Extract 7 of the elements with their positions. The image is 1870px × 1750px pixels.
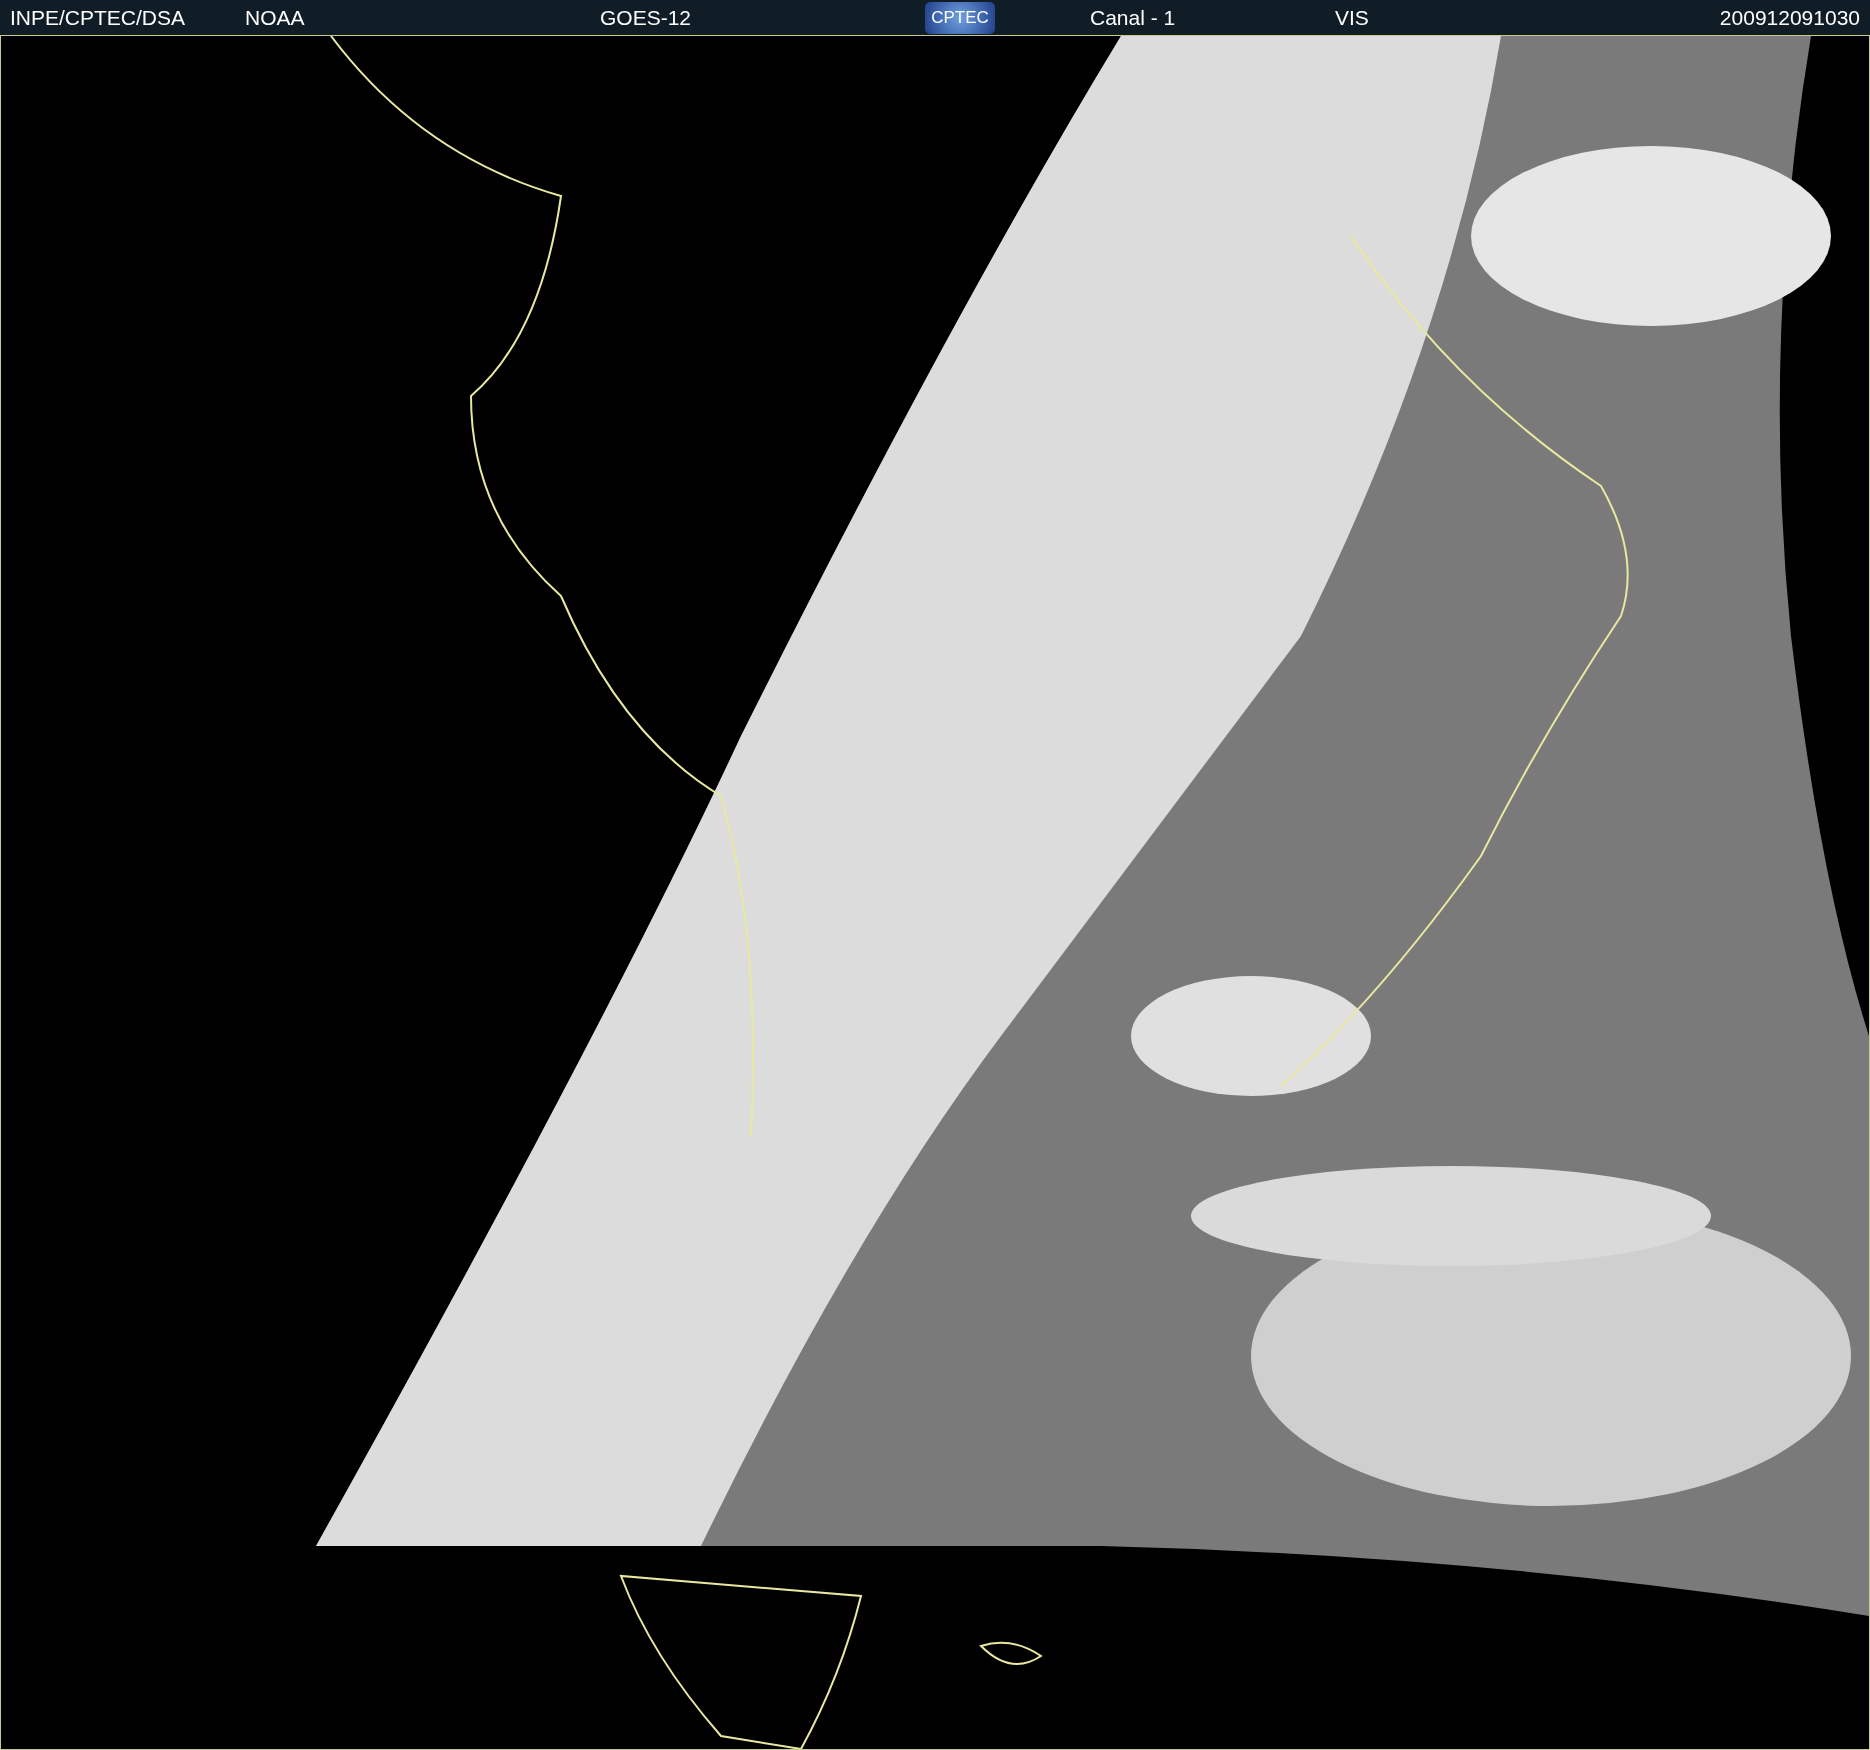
timestamp-label: 200912091030 — [1719, 5, 1860, 30]
source-label: INPE/CPTEC/DSA — [10, 5, 186, 30]
satellite-label: GOES-12 — [600, 5, 692, 30]
channel-label: Canal - 1 — [1090, 5, 1176, 30]
agency-label: NOAA — [245, 5, 305, 30]
logo: CPTEC — [925, 1, 995, 34]
band-label: VIS — [1335, 5, 1369, 30]
